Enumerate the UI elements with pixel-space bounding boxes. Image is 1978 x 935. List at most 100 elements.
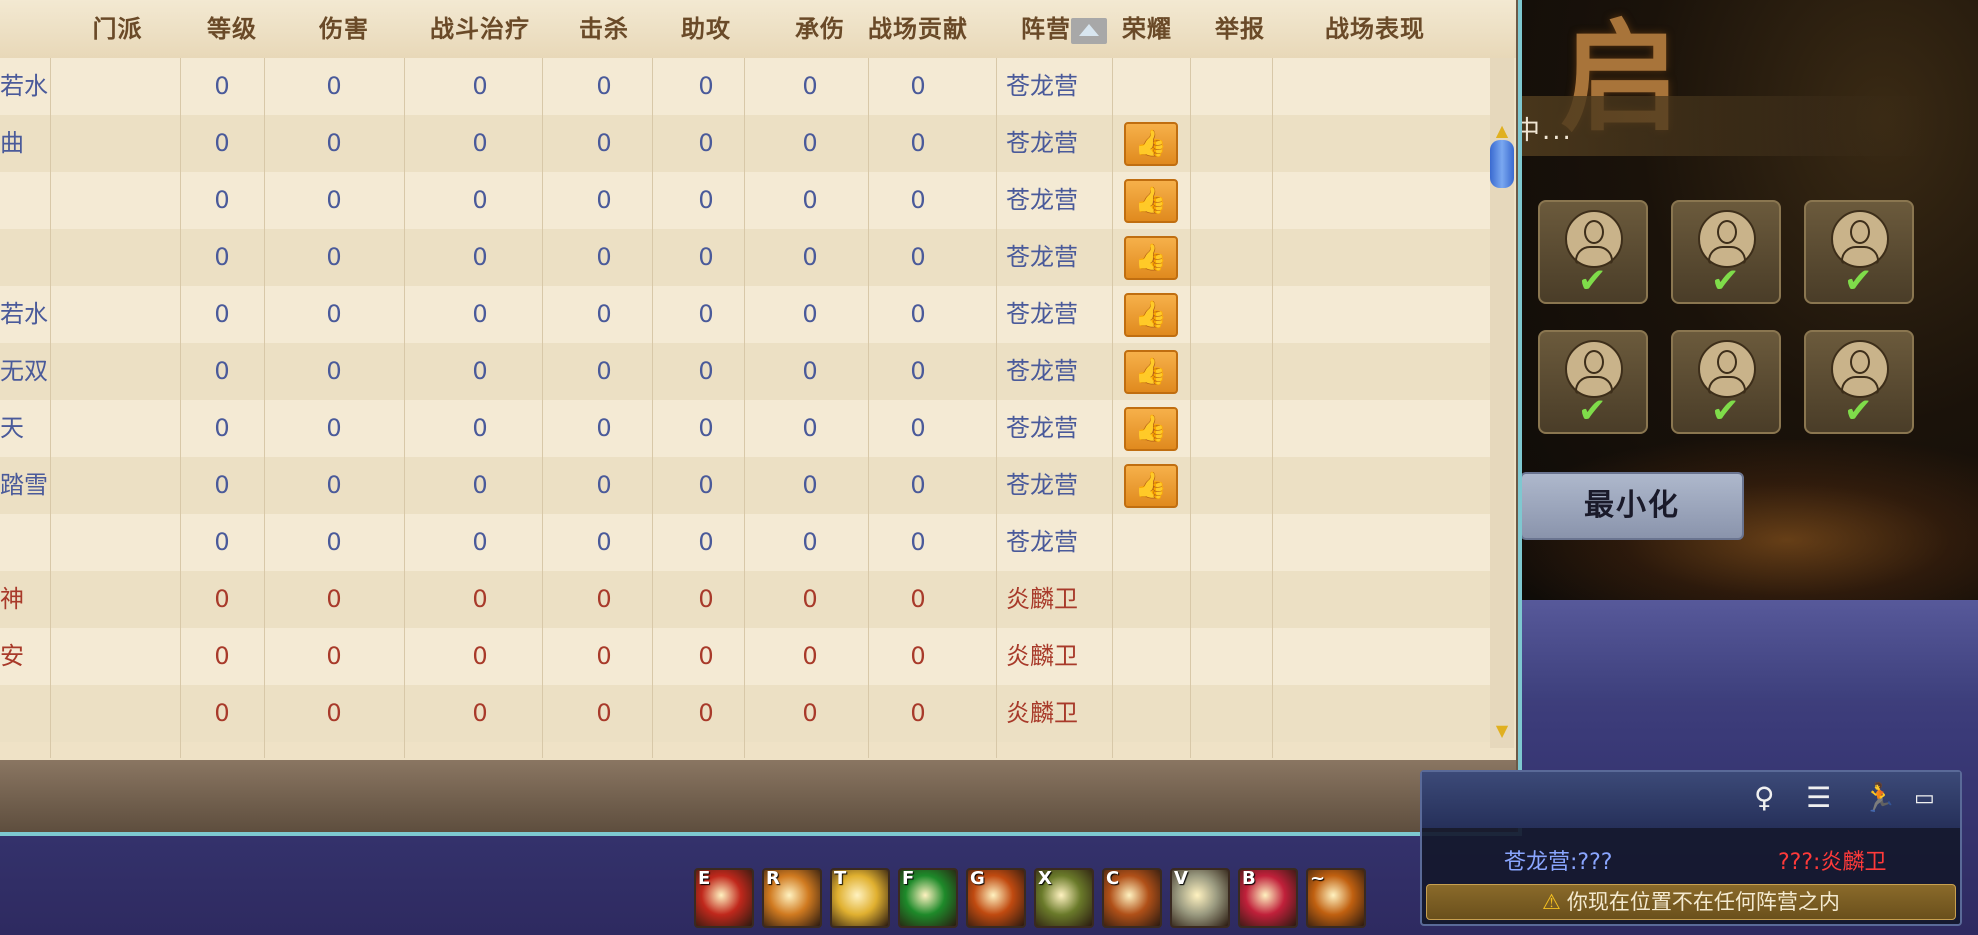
battlefield-info-box: ♀ ☰ 🏃 ▭ 苍龙营:??? ???:炎麟卫 ⚠ 你现在位置不在任何阵营之内 (1420, 770, 1962, 926)
player-contribution: 0 (910, 186, 926, 214)
skill-slot[interactable]: R (762, 868, 822, 928)
skill-slot[interactable]: E (694, 868, 754, 928)
skill-slot[interactable]: ~ (1306, 868, 1366, 928)
scoreboard-row[interactable]: 无双 0 0 0 0 0 0 0 苍龙营 👍 (0, 343, 1490, 400)
skill-hotkey: R (766, 868, 780, 889)
player-level: 0 (214, 528, 230, 556)
honor-thumbs-up-icon[interactable]: 👍 (1124, 464, 1178, 508)
header-honor[interactable]: 荣耀 (1112, 0, 1182, 58)
player-contribution: 0 (910, 357, 926, 385)
skill-hotkey: X (1038, 868, 1052, 889)
scene-rooftop (1500, 600, 1978, 700)
honor-thumbs-up-icon[interactable]: 👍 (1124, 407, 1178, 451)
scrollbar[interactable]: ▲ ▼ (1490, 58, 1514, 748)
player-level: 0 (214, 699, 230, 727)
scoreboard-row[interactable]: 若水 0 0 0 0 0 0 0 苍龙营 👍 (0, 286, 1490, 343)
skill-slot[interactable]: C (1102, 868, 1162, 928)
header-level[interactable]: 等级 (180, 0, 284, 58)
header-contribution[interactable]: 战场贡献 (860, 0, 976, 58)
scrollbar-thumb[interactable] (1490, 140, 1514, 188)
scoreboard-row[interactable]: 踏雪 0 0 0 0 0 0 0 苍龙营 👍 (0, 457, 1490, 514)
player-kills: 0 (596, 243, 612, 271)
player-heal: 0 (472, 300, 488, 328)
battlefield-info-toolbar: ♀ ☰ 🏃 ▭ (1422, 772, 1960, 828)
scoreboard-row[interactable]: 天 0 0 0 0 0 0 0 苍龙营 👍 (0, 400, 1490, 457)
scoreboard-row[interactable]: 0 0 0 0 0 0 0 炎麟卫 (0, 685, 1490, 742)
window-icon[interactable]: ▭ (1914, 788, 1935, 810)
player-name (0, 229, 50, 286)
honor-thumbs-up-icon[interactable]: 👍 (1124, 179, 1178, 223)
player-damage-taken: 0 (802, 699, 818, 727)
skill-slot[interactable]: G (966, 868, 1026, 928)
ready-check-icon: ✔ (1844, 391, 1873, 431)
header-performance[interactable]: 战场表现 (1290, 0, 1460, 58)
document-icon[interactable]: ☰ (1806, 784, 1831, 812)
skill-hotkey: B (1242, 868, 1256, 889)
player-damage: 0 (326, 528, 342, 556)
header-kills[interactable]: 击杀 (556, 0, 652, 58)
header-report[interactable]: 举报 (1190, 0, 1290, 58)
player-damage-taken: 0 (802, 357, 818, 385)
skill-hotkey: G (970, 868, 985, 889)
scoreboard-row[interactable]: 0 0 0 0 0 0 0 苍龙营 👍 (0, 229, 1490, 286)
minimize-button[interactable]: 最小化 (1520, 472, 1744, 540)
team-member-avatar[interactable]: ✔ (1538, 330, 1648, 434)
column-divider (1190, 58, 1191, 758)
running-icon[interactable]: 🏃 (1862, 784, 1897, 812)
header-heal[interactable]: 战斗治疗 (404, 0, 556, 58)
player-name: 若水 (0, 300, 48, 328)
scoreboard-footer (0, 760, 1516, 832)
team-member-avatar[interactable]: ✔ (1671, 330, 1781, 434)
sort-ascending-icon[interactable] (1071, 18, 1107, 44)
player-contribution: 0 (910, 585, 926, 613)
team-member-avatar[interactable]: ✔ (1538, 200, 1648, 304)
scoreboard-row[interactable]: 安 0 0 0 0 0 0 0 炎麟卫 (0, 628, 1490, 685)
player-level: 0 (214, 471, 230, 499)
player-damage: 0 (326, 471, 342, 499)
status-banner: 中... (1500, 96, 1930, 156)
skill-slot[interactable]: B (1238, 868, 1298, 928)
player-heal: 0 (472, 186, 488, 214)
avatar-portrait-icon (1831, 210, 1889, 268)
column-divider (50, 58, 51, 758)
skill-slot[interactable]: F (898, 868, 958, 928)
player-damage: 0 (326, 129, 342, 157)
honor-thumbs-up-icon[interactable]: 👍 (1124, 236, 1178, 280)
honor-thumbs-up-icon[interactable]: 👍 (1124, 350, 1178, 394)
camp-score-red: ???:炎麟卫 (1778, 850, 1887, 875)
header-damage[interactable]: 伤害 (284, 0, 404, 58)
honor-thumbs-up-icon[interactable]: 👍 (1124, 122, 1178, 166)
ready-check-icon: ✔ (1711, 261, 1740, 301)
skill-slot[interactable]: X (1034, 868, 1094, 928)
team-member-avatar[interactable]: ✔ (1804, 200, 1914, 304)
header-assists[interactable]: 助攻 (652, 0, 760, 58)
avatar-portrait-icon (1698, 210, 1756, 268)
scoreboard-row[interactable]: 0 0 0 0 0 0 0 苍龙营 👍 (0, 172, 1490, 229)
player-heal: 0 (472, 414, 488, 442)
skill-hotkey: ~ (1310, 868, 1326, 889)
warning-icon: ⚠ (1542, 890, 1561, 914)
player-damage-taken: 0 (802, 528, 818, 556)
scroll-down-icon[interactable]: ▼ (1493, 722, 1511, 740)
scoreboard-row[interactable]: 0 0 0 0 0 0 0 苍龙营 (0, 514, 1490, 571)
scroll-up-icon[interactable]: ▲ (1493, 122, 1511, 140)
header-sect[interactable]: 门派 (50, 0, 185, 58)
player-name: 曲 (0, 129, 24, 157)
skill-slot[interactable]: T (830, 868, 890, 928)
scoreboard-row[interactable]: 神 0 0 0 0 0 0 0 炎麟卫 (0, 571, 1490, 628)
team-member-avatar[interactable]: ✔ (1804, 330, 1914, 434)
player-name: 天 (0, 414, 24, 442)
honor-thumbs-up-icon[interactable]: 👍 (1124, 293, 1178, 337)
player-level: 0 (214, 414, 230, 442)
player-damage: 0 (326, 72, 342, 100)
player-contribution: 0 (910, 471, 926, 499)
column-divider (180, 58, 181, 758)
person-icon[interactable]: ♀ (1754, 784, 1775, 812)
scoreboard-row[interactable]: 若水 0 0 0 0 0 0 0 苍龙营 (0, 58, 1490, 115)
player-heal: 0 (472, 642, 488, 670)
scoreboard-row[interactable]: 曲 0 0 0 0 0 0 0 苍龙营 👍 (0, 115, 1490, 172)
column-divider (1112, 58, 1113, 758)
skill-slot[interactable]: V (1170, 868, 1230, 928)
player-contribution: 0 (910, 699, 926, 727)
team-member-avatar[interactable]: ✔ (1671, 200, 1781, 304)
